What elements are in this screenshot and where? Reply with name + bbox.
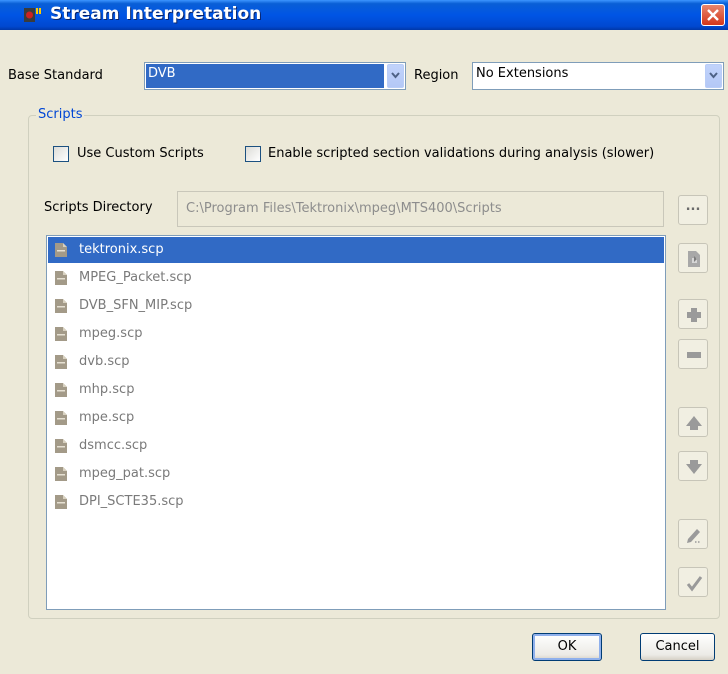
ok-button[interactable]: OK [532, 633, 602, 661]
move-up-button[interactable] [678, 407, 708, 437]
list-item-label: tektronix.scp [79, 242, 164, 257]
browse-button[interactable]: ... [678, 195, 708, 225]
enable-validation-label[interactable]: Enable scripted section validations duri… [268, 146, 654, 161]
pencil-icon [687, 529, 701, 543]
window-title: Stream Interpretation [50, 4, 262, 24]
list-item[interactable]: mpe.scp [48, 405, 664, 431]
chevron-down-icon [709, 72, 718, 79]
list-item[interactable]: mpeg_pat.scp [48, 461, 664, 487]
use-custom-scripts-checkbox[interactable] [53, 146, 69, 162]
chevron-down-icon [391, 72, 400, 79]
list-item[interactable]: tektronix.scp [48, 237, 664, 263]
script-file-icon [55, 467, 67, 481]
edit-script-button[interactable] [678, 519, 708, 549]
validate-script-button[interactable] [678, 567, 708, 597]
use-custom-scripts-label[interactable]: Use Custom Scripts [77, 146, 204, 161]
arrow-up-icon [686, 416, 702, 430]
base-standard-value: DVB [148, 66, 176, 81]
list-item[interactable]: mpeg.scp [48, 321, 664, 347]
scripts-group-title: Scripts [36, 107, 85, 122]
close-button[interactable] [701, 4, 725, 26]
list-item-label: mpeg.scp [79, 326, 143, 341]
script-file-icon [55, 299, 67, 313]
cancel-button[interactable]: Cancel [640, 633, 715, 661]
script-file-icon [55, 243, 67, 257]
scripts-directory-field: C:\Program Files\Tektronix\mpeg\MTS400\S… [177, 191, 664, 227]
base-standard-select[interactable]: DVB [144, 62, 406, 90]
list-item-label: dsmcc.scp [79, 438, 148, 453]
scripts-list[interactable]: tektronix.scp MPEG_Packet.scp DVB_SFN_MI… [46, 235, 666, 610]
scripts-directory-label: Scripts Directory [44, 200, 153, 215]
region-select[interactable]: No Extensions [472, 62, 724, 90]
script-file-icon [55, 383, 67, 397]
region-dropdown-button[interactable] [705, 64, 722, 88]
add-script-button[interactable] [678, 299, 708, 329]
checkmark-icon [686, 576, 703, 592]
scripts-directory-value: C:\Program Files\Tektronix\mpeg\MTS400\S… [186, 201, 502, 216]
browse-label: ... [685, 199, 701, 214]
region-label: Region [414, 68, 459, 83]
import-script-button[interactable] [678, 243, 708, 273]
list-item-label: DPI_SCTE35.scp [79, 494, 184, 509]
title-bar[interactable]: Stream Interpretation [0, 0, 728, 30]
base-standard-highlight [146, 64, 384, 88]
enable-validation-checkbox[interactable] [245, 146, 261, 162]
list-item-label: mpe.scp [79, 410, 135, 425]
list-item-label: DVB_SFN_MIP.scp [79, 298, 193, 313]
list-item[interactable]: mhp.scp [48, 377, 664, 403]
list-item[interactable]: MPEG_Packet.scp [48, 265, 664, 291]
script-file-icon [55, 271, 67, 285]
list-item-label: mhp.scp [79, 382, 135, 397]
list-item[interactable]: DPI_SCTE35.scp [48, 489, 664, 515]
app-icon [24, 8, 41, 22]
list-item[interactable]: DVB_SFN_MIP.scp [48, 293, 664, 319]
list-item[interactable]: dvb.scp [48, 349, 664, 375]
list-item-label: mpeg_pat.scp [79, 466, 171, 481]
list-item[interactable]: dsmcc.scp [48, 433, 664, 459]
stream-interpretation-dialog: Stream Interpretation Base Standard DVB … [0, 0, 728, 674]
list-item-label: MPEG_Packet.scp [79, 270, 192, 285]
import-file-icon [688, 251, 700, 267]
plus-icon [687, 308, 701, 322]
base-standard-dropdown-button[interactable] [387, 64, 404, 88]
script-file-icon [55, 327, 67, 341]
move-down-button[interactable] [678, 451, 708, 481]
script-file-icon [55, 355, 67, 369]
list-item-label: dvb.scp [79, 354, 130, 369]
script-file-icon [55, 411, 67, 425]
region-value: No Extensions [476, 66, 569, 81]
remove-script-button[interactable] [678, 339, 708, 369]
base-standard-label: Base Standard [8, 68, 103, 83]
script-file-icon [55, 439, 67, 453]
script-file-icon [55, 495, 67, 509]
arrow-down-icon [686, 460, 702, 474]
minus-icon [687, 352, 701, 358]
close-icon [707, 9, 719, 21]
